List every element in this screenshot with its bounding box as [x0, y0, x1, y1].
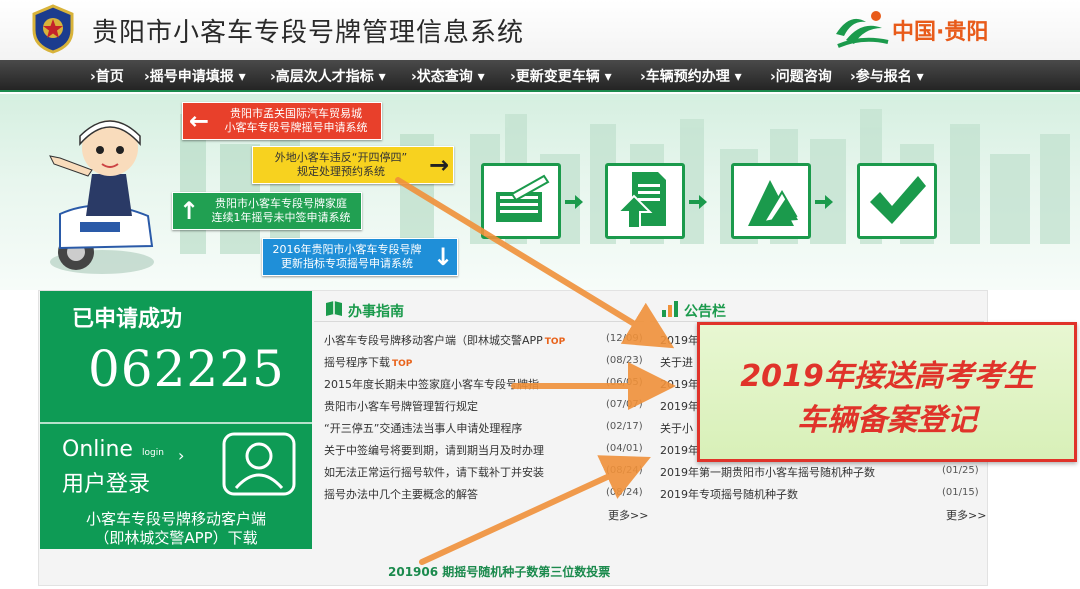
site-header: 贵阳市小客车专段号牌管理信息系统 中国·贵阳 — [0, 0, 1080, 60]
family-lottery-line1: 贵阳市小客车专段号牌家庭 — [215, 197, 347, 210]
guide-item[interactable]: 小客车专段号牌移动客户端（即林城交警APP TOP — [324, 332, 565, 348]
nav-item-lottery-application[interactable]: ›摇号申请填报 ▾ — [144, 66, 246, 86]
form-edit-icon — [496, 174, 550, 222]
nav-item-status-query[interactable]: ›状态查询 ▾ — [411, 66, 485, 86]
guide-title: 办事指南 — [348, 304, 404, 320]
step-fill-form — [481, 163, 561, 239]
online-label[interactable]: Online — [62, 437, 133, 462]
out-of-town-violation-button[interactable]: 外地小客车违反“开四停四” 规定处理预约系统 → — [252, 146, 454, 184]
step-arrow-icon — [565, 195, 583, 209]
applied-count: 062225 — [88, 340, 285, 398]
family-lottery-line2: 连续1年摇号未中签申请系统 — [211, 211, 351, 224]
top-badge: TOP — [392, 359, 413, 369]
police-mascot-illustration — [49, 120, 154, 274]
document-stack-icon — [748, 180, 798, 226]
site-title: 贵阳市小客车专段号牌管理信息系统 — [92, 18, 525, 48]
guide-item[interactable]: “开三停五”交通违法当事人申请处理程序 — [324, 420, 522, 436]
user-avatar-icon[interactable] — [222, 432, 296, 496]
promo-line1: 2019年接送高考考生 — [740, 359, 1034, 394]
app-download-line1[interactable]: 小客车专段号牌移动客户端 — [40, 508, 312, 529]
nav-item-consultation[interactable]: ›问题咨询 — [770, 66, 832, 86]
nav-item-talent-quota[interactable]: ›高层次人才指标 ▾ — [270, 66, 386, 86]
guide-item[interactable]: 2015年度长期未中签家庭小客车专段号牌指 — [324, 376, 539, 392]
chevron-right-icon: › — [178, 446, 185, 465]
arrow-down-icon: ↓ — [432, 243, 454, 271]
region-logo-text: 中国·贵阳 — [892, 20, 989, 45]
top-badge: TOP — [544, 337, 566, 347]
mengguan-lottery-line2: 小客车专段号牌摇号申请系统 — [224, 121, 368, 134]
guide-item-date: (06/05) — [606, 377, 643, 388]
guide-header: 办事指南 — [314, 296, 644, 322]
nav-item-vehicle-appointment[interactable]: ›车辆预约办理 ▾ — [640, 66, 742, 86]
guide-item-date: (07/07) — [606, 399, 643, 410]
notice-more-link[interactable]: 更多>> — [946, 507, 986, 523]
bar-chart-icon — [662, 301, 678, 317]
notice-item[interactable]: 2019年第一期贵阳市小客车摇号随机种子数 — [660, 464, 875, 480]
applied-success-label: 已申请成功 — [72, 307, 183, 332]
checkmark-icon — [870, 176, 926, 224]
guide-more-link[interactable]: 更多>> — [608, 507, 648, 523]
nav-item-home[interactable]: ›首页 — [90, 66, 124, 86]
mengguan-lottery-line1: 贵阳市孟关国际汽车贸易城 — [230, 107, 362, 120]
guide-item-date: (08/24) — [606, 465, 643, 476]
step-complete — [857, 163, 937, 239]
promo-line2: 车辆备案登记 — [797, 403, 977, 438]
guiyang-logo-icon — [836, 11, 889, 48]
guide-item-date: (08/23) — [606, 355, 643, 366]
nav-item-vehicle-update[interactable]: ›更新变更车辆 ▾ — [510, 66, 612, 86]
renewal-lottery-button[interactable]: 2016年贵阳市小客车专段号牌 更新指标专项摇号申请系统 ↓ — [262, 238, 458, 276]
notice-item-date: (01/25) — [942, 465, 979, 476]
notice-title: 公告栏 — [684, 304, 726, 320]
guide-item-date: (08/24) — [606, 487, 643, 498]
user-login-link[interactable]: 用户登录 — [62, 466, 150, 498]
notice-item[interactable]: 2019年 — [660, 376, 699, 392]
guide-item[interactable]: 摇号办法中几个主要概念的解答 — [324, 486, 478, 502]
notice-item[interactable]: 2019年专项摇号随机种子数 — [660, 486, 798, 502]
panel-divider — [40, 422, 312, 424]
online-login-small: login — [142, 448, 164, 458]
guide-item[interactable]: 如无法正常运行摇号软件，请下载补丁并安装 — [324, 464, 544, 480]
notice-item[interactable]: 2019年 — [660, 398, 699, 414]
step-arrow-icon — [689, 195, 707, 209]
renewal-lottery-line2: 更新指标专项摇号申请系统 — [281, 257, 413, 270]
notice-item[interactable]: 2019年 — [660, 442, 699, 458]
main-nav: ›首页 ›摇号申请填报 ▾ ›高层次人才指标 ▾ ›状态查询 ▾ ›更新变更车辆… — [0, 60, 1080, 92]
police-emblem-icon — [32, 4, 74, 54]
guide-item[interactable]: 关于中签编号将要到期，请到期当月及时办理 — [324, 442, 544, 458]
notice-item-date: (01/15) — [942, 487, 979, 498]
guide-item[interactable]: 摇号程序下载 TOP — [324, 354, 412, 370]
guide-item-date: (04/01) — [606, 443, 643, 454]
mengguan-lottery-button[interactable]: ← 贵阳市孟关国际汽车贸易城 小客车专段号牌摇号申请系统 — [182, 102, 382, 140]
arrow-up-icon: ↑ — [178, 197, 200, 225]
guide-item-date: (12/09) — [606, 333, 643, 344]
notice-item[interactable]: 2019年 — [660, 332, 699, 348]
step-submit — [605, 163, 685, 239]
arrow-right-icon: → — [428, 151, 450, 179]
out-of-town-violation-line2: 规定处理预约系统 — [297, 165, 385, 178]
arrow-left-icon: ← — [188, 107, 210, 135]
book-icon — [326, 301, 342, 316]
step-arrow-icon — [815, 195, 833, 209]
guide-item-date: (02/17) — [606, 421, 643, 432]
gaokao-promo-banner[interactable]: 2019年接送高考考生 车辆备案登记 — [697, 322, 1077, 462]
notice-header: 公告栏 — [650, 296, 984, 322]
nav-item-registration[interactable]: ›参与报名 ▾ — [850, 66, 924, 86]
document-upload-icon — [615, 172, 666, 229]
seed-vote-link[interactable]: 201906 期摇号随机种子数第三位数投票 — [388, 563, 610, 580]
renewal-lottery-line1: 2016年贵阳市小客车专段号牌 — [272, 243, 422, 256]
notice-item[interactable]: 关于进 — [660, 354, 693, 370]
guide-item[interactable]: 贵阳市小客车号牌管理暂行规定 — [324, 398, 478, 414]
out-of-town-violation-line1: 外地小客车违反“开四停四” — [274, 151, 408, 164]
step-review — [731, 163, 811, 239]
app-download-line2[interactable]: （即林城交警APP）下载 — [40, 527, 312, 548]
notice-item[interactable]: 关于小 — [660, 420, 693, 436]
family-lottery-button[interactable]: ↑ 贵阳市小客车专段号牌家庭 连续1年摇号未中签申请系统 — [172, 192, 362, 230]
